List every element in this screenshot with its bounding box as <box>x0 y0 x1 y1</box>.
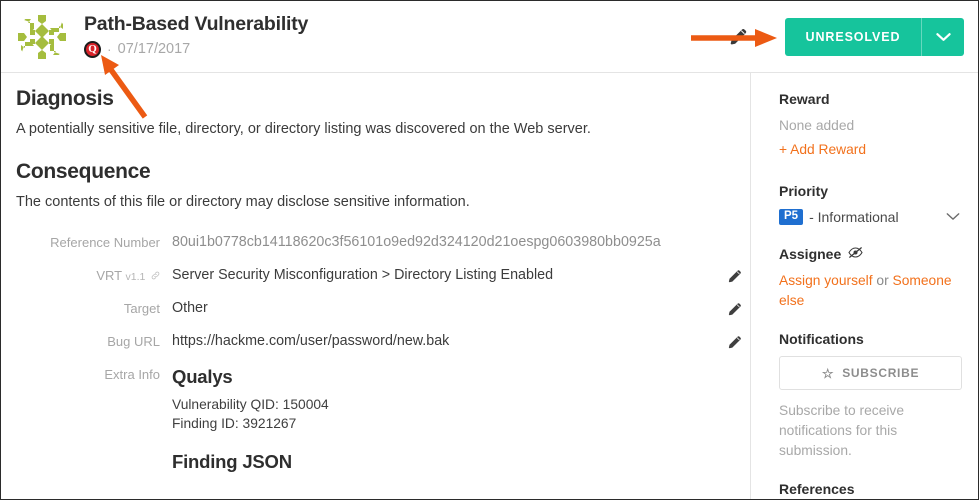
pencil-icon[interactable] <box>727 26 749 48</box>
header-title-block: Path-Based Vulnerability Q · 07/17/2017 <box>84 13 727 59</box>
detail-field-list: Reference Number 80ui1b0778cb14118620c3f… <box>16 232 750 473</box>
star-icon: ☆ <box>821 365 835 381</box>
field-label: Extra Info <box>104 367 160 383</box>
eye-slash-icon <box>848 246 863 262</box>
extra-info-line: Finding ID: 3921267 <box>172 416 297 432</box>
extra-info-body: Qualys Vulnerability QID: 150004 Finding… <box>172 364 718 473</box>
submission-detail-page: Path-Based Vulnerability Q · 07/17/2017 … <box>0 0 979 500</box>
subscribe-button[interactable]: ☆ SUBSCRIBE <box>779 356 962 390</box>
qualys-source-badge: Q <box>84 40 101 58</box>
reward-heading: Reward <box>779 91 830 107</box>
vrt-version: v1.1 <box>125 271 146 284</box>
priority-label: - Informational <box>809 209 899 225</box>
pencil-icon[interactable] <box>718 298 750 318</box>
add-reward-link[interactable]: + Add Reward <box>779 142 866 157</box>
assignee-conjunction: or <box>872 273 893 288</box>
status-dropdown-button[interactable]: UNRESOLVED <box>785 17 964 56</box>
field-label: Reference Number <box>50 235 160 251</box>
sidebar-section-priority: Priority P5 - Informational <box>779 183 962 226</box>
extra-info-line: Vulnerability QID: 150004 <box>172 397 329 413</box>
pencil-icon[interactable] <box>718 331 750 351</box>
detail-row-bug-url: Bug URL https://hackme.com/user/password… <box>16 331 750 364</box>
detail-row-target: Target Other <box>16 298 750 331</box>
link-icon[interactable] <box>151 268 160 283</box>
vrt-label: VRT <box>96 268 122 284</box>
chevron-down-icon[interactable] <box>946 208 960 226</box>
references-heading: References <box>779 481 855 497</box>
sidebar-section-notifications: Notifications ☆ SUBSCRIBE Subscribe to r… <box>779 331 962 461</box>
sidebar-section-reward: Reward None added + Add Reward <box>779 91 962 159</box>
assign-yourself-link[interactable]: Assign yourself <box>779 273 873 288</box>
submission-date: 07/17/2017 <box>117 41 191 58</box>
field-value-reference-number: 80ui1b0778cb14118620c3f56101o9ed92d32412… <box>172 234 661 251</box>
chevron-down-icon[interactable] <box>922 18 964 56</box>
detail-row-vrt: VRT v1.1 Server Security Misconfiguratio… <box>16 265 750 298</box>
qualys-logo-avatar <box>16 10 68 63</box>
page-header: Path-Based Vulnerability Q · 07/17/2017 … <box>1 1 978 73</box>
extra-info-title: Qualys <box>172 366 233 388</box>
field-value-vrt: Server Security Misconfiguration > Direc… <box>172 267 554 284</box>
diagnosis-heading: Diagnosis <box>16 87 114 110</box>
field-value-target: Other <box>172 300 208 317</box>
field-label: Target <box>123 301 160 317</box>
pencil-icon[interactable] <box>718 265 750 285</box>
assignee-actions: Assign yourself or Someone else <box>779 271 962 311</box>
main-content-column: Diagnosis A potentially sensitive file, … <box>1 73 751 499</box>
notifications-description: Subscribe to receive notifications for t… <box>779 403 905 458</box>
field-label: VRT v1.1 <box>16 265 172 283</box>
field-label: Bug URL <box>107 334 160 350</box>
detail-row-extra-info: Extra Info Qualys Vulnerability QID: 150… <box>16 364 750 473</box>
priority-heading: Priority <box>779 183 829 199</box>
consequence-text: The contents of this file or directory m… <box>16 193 470 210</box>
sidebar-section-references: References <box>779 481 962 497</box>
assignee-heading-label: Assignee <box>779 246 842 262</box>
consequence-heading: Consequence <box>16 159 151 183</box>
page-title: Path-Based Vulnerability <box>84 13 309 36</box>
submission-meta: Q · 07/17/2017 <box>84 40 727 59</box>
field-value-bug-url: https://hackme.com/user/password/new.bak <box>172 333 450 350</box>
meta-separator: · <box>107 41 112 58</box>
status-label: UNRESOLVED <box>805 29 901 44</box>
sidebar-column: Reward None added + Add Reward Priority … <box>751 73 978 499</box>
sidebar-section-assignee: Assignee Assign yourself or Someone else <box>779 246 962 311</box>
priority-dropdown[interactable]: P5 - Informational <box>779 208 962 226</box>
header-actions: UNRESOLVED <box>727 17 964 56</box>
assignee-heading: Assignee <box>779 246 962 262</box>
reward-value: None added <box>779 118 855 133</box>
subscribe-label: SUBSCRIBE <box>842 366 920 380</box>
page-body: Diagnosis A potentially sensitive file, … <box>1 73 978 499</box>
priority-badge: P5 <box>779 208 804 226</box>
notifications-heading: Notifications <box>779 331 864 347</box>
diagnosis-text: A potentially sensitive file, directory,… <box>16 121 591 137</box>
finding-json-heading: Finding JSON <box>172 451 292 473</box>
detail-row-reference-number: Reference Number 80ui1b0778cb14118620c3f… <box>16 232 750 265</box>
